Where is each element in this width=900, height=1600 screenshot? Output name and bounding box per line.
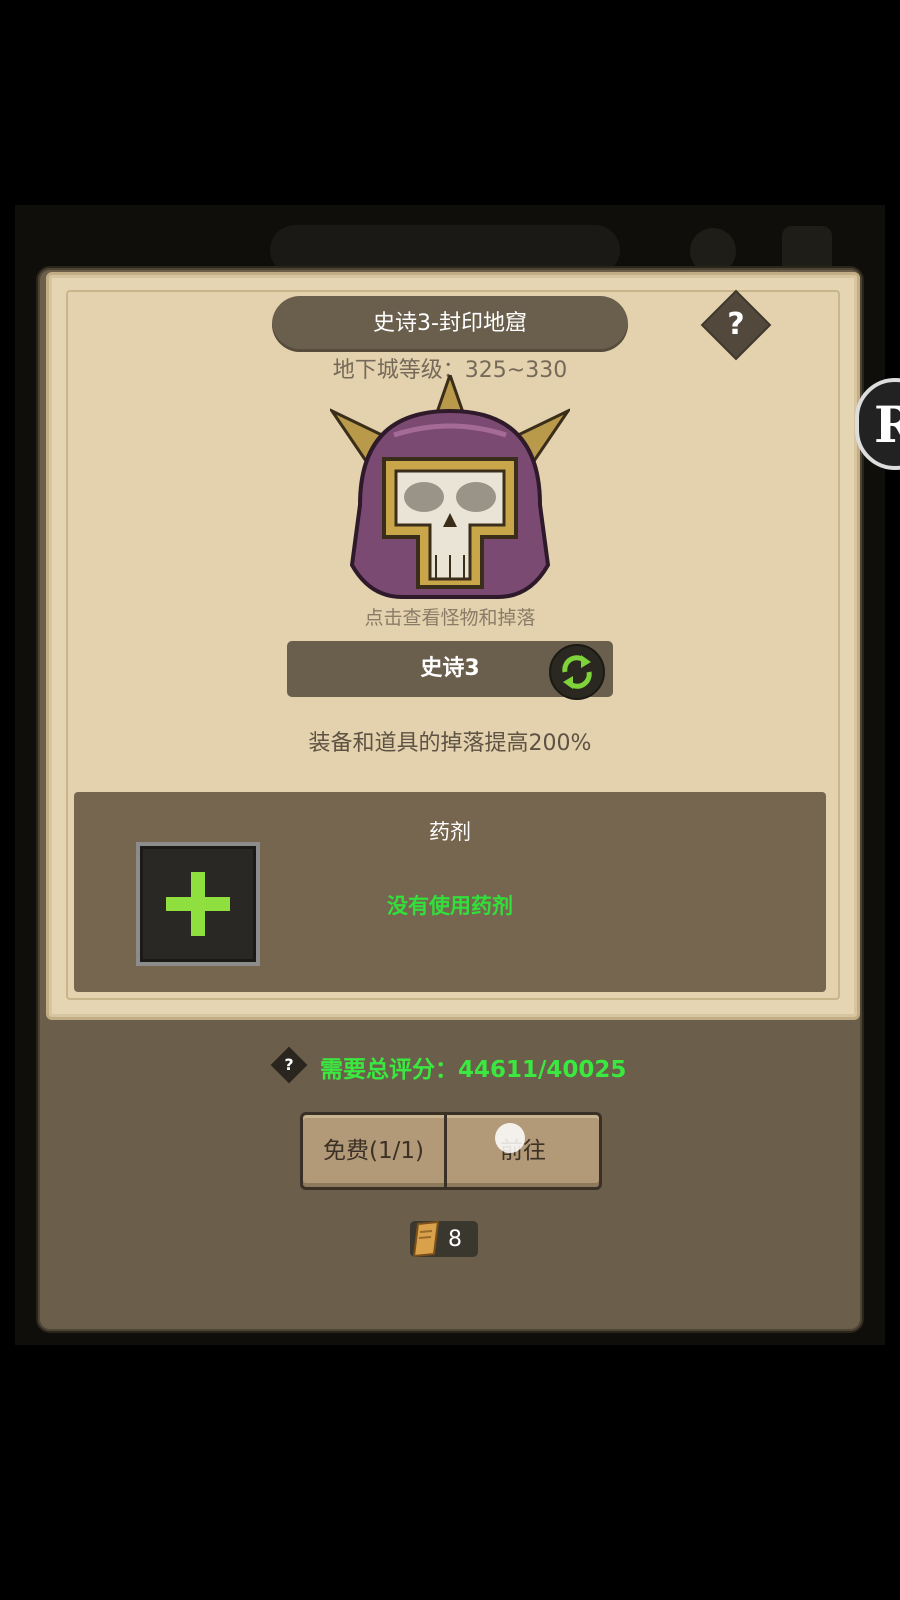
- required-score-text: 需要总评分：44611/40025: [320, 1057, 627, 1083]
- drop-bonus-text: 装备和道具的掉落提高200%: [308, 731, 592, 756]
- difficulty-selector[interactable]: 史诗3: [287, 641, 613, 700]
- go-button[interactable]: 前往: [444, 1112, 602, 1190]
- monster-skull-helmet-icon[interactable]: [330, 375, 570, 615]
- swap-difficulty-button[interactable]: [549, 644, 605, 700]
- score-help-button[interactable]: ?: [276, 1052, 302, 1078]
- floating-assistant-icon: R: [874, 395, 900, 454]
- dungeon-title: 史诗3-封印地窟: [272, 296, 628, 352]
- monster-drop-hint[interactable]: 点击查看怪物和掉落: [250, 603, 650, 630]
- free-button[interactable]: 免费(1/1): [300, 1112, 447, 1190]
- swap-difficulty-icon: [562, 655, 592, 689]
- help-button[interactable]: ?: [713, 302, 759, 348]
- potion-status: 没有使用药剂: [387, 894, 513, 918]
- touch-indicator: [495, 1123, 525, 1153]
- potion-panel: 药剂 没有使用药剂: [74, 792, 826, 992]
- ticket-count: 8: [448, 1227, 462, 1252]
- ticket-scroll-icon: [412, 1220, 440, 1258]
